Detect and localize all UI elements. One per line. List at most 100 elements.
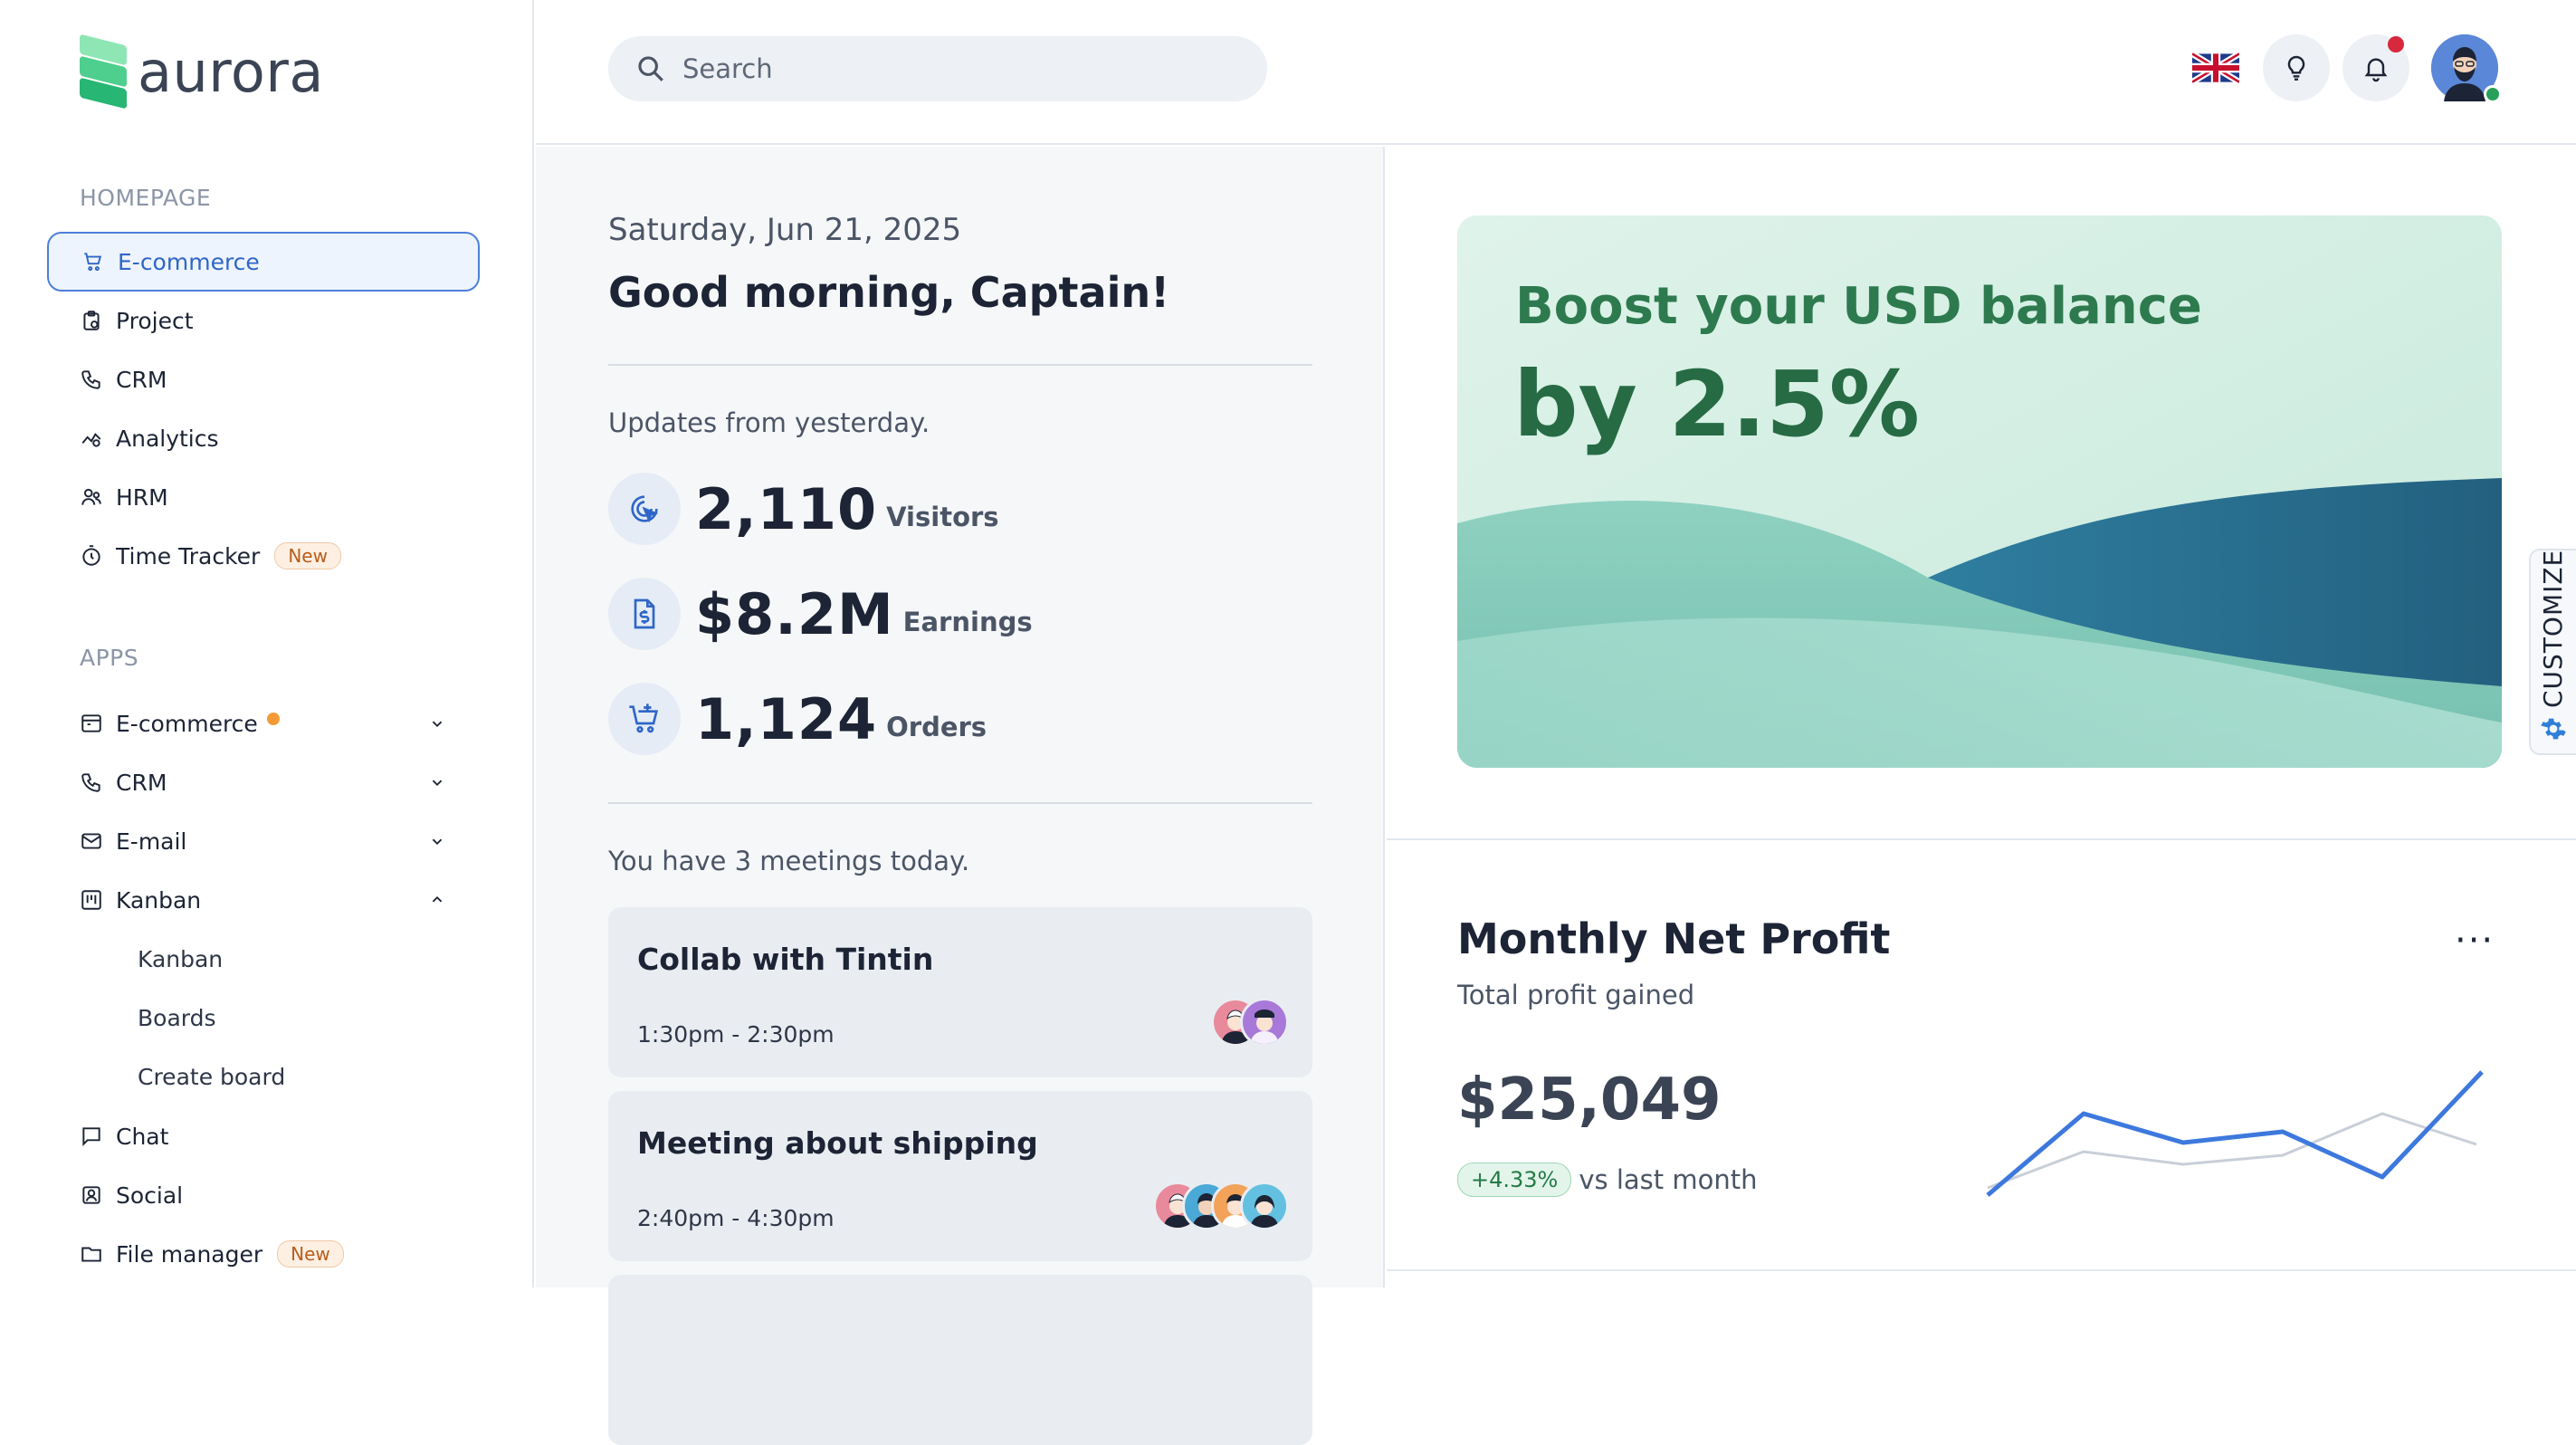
new-badge: New [277, 1240, 344, 1268]
current-date: Saturday, Jun 21, 2025 [608, 212, 962, 248]
kanban-icon [80, 888, 103, 912]
uk-flag-icon[interactable] [2192, 52, 2239, 84]
stat-value: $8.2M [695, 580, 894, 647]
sidebar-item-label: CRM [116, 769, 167, 796]
sidebar-item-app-crm[interactable]: CRM [47, 752, 480, 812]
sidebar-item-project[interactable]: Project [47, 291, 480, 350]
profit-subtitle: Total profit gained [1457, 980, 1695, 1010]
phone-icon [80, 368, 103, 391]
meeting-card[interactable]: Collab with Tintin 1:30pm - 2:30pm [608, 907, 1312, 1077]
divider [1387, 1269, 2576, 1271]
stat-label: Visitors [886, 502, 999, 532]
lightbulb-icon [2287, 55, 2305, 81]
stat-visitors: 2,110 Visitors [608, 473, 999, 545]
sidebar-item-ecommerce[interactable]: E-commerce [47, 232, 480, 292]
stat-orders: 1,124 Orders [608, 683, 987, 755]
sidebar-item-time-tracker[interactable]: Time Tracker New [47, 526, 480, 586]
sidebar-item-social[interactable]: Social [47, 1165, 480, 1225]
sidebar-item-label: HRM [116, 483, 168, 511]
cart-icon [81, 250, 105, 273]
social-icon [80, 1183, 103, 1207]
stat-value: 2,110 [695, 475, 878, 542]
sidebar-subitem-kanban[interactable]: Kanban [138, 946, 223, 972]
meeting-time: 2:40pm - 4:30pm [637, 1205, 835, 1231]
notifications-button[interactable] [2342, 34, 2409, 101]
sidebar-item-app-ecommerce[interactable]: E-commerce [47, 694, 480, 753]
search-icon [638, 56, 663, 81]
analytics-icon [80, 426, 103, 450]
sidebar-item-label: Social [116, 1182, 184, 1209]
divider [1387, 838, 2576, 840]
updates-label: Updates from yesterday. [608, 407, 930, 438]
status-dot [266, 713, 280, 725]
sidebar-item-label: E-mail [116, 828, 187, 855]
search-bar[interactable] [608, 36, 1267, 101]
change-caption: vs last month [1579, 1164, 1758, 1195]
divider [608, 802, 1312, 804]
sidebar-item-analytics[interactable]: Analytics [47, 408, 480, 468]
users-icon [80, 485, 103, 509]
stat-label: Orders [886, 712, 987, 742]
chat-icon [80, 1124, 103, 1148]
profit-change: +4.33% vs last month [1457, 1163, 1758, 1197]
bell-icon [2364, 58, 2388, 82]
promo-headline: Boost your USD balance [1515, 277, 2202, 336]
sidebar-item-label: E-commerce [116, 710, 258, 737]
overview-panel: Saturday, Jun 21, 2025 Good morning, Cap… [536, 147, 1385, 1445]
brand-name: aurora [138, 38, 324, 105]
chevron-down-icon[interactable] [427, 713, 447, 733]
more-options-icon[interactable]: ··· [2455, 920, 2495, 962]
section-label-apps: APPS [80, 645, 139, 671]
sidebar-item-label: Analytics [116, 425, 219, 452]
promo-rate: by 2.5% [1513, 351, 1920, 457]
meeting-card[interactable]: Meeting about shipping 2:40pm - 4:30pm [608, 1091, 1312, 1261]
stat-value: 1,124 [695, 685, 878, 752]
divider [608, 364, 1312, 366]
stat-earnings: $8.2M Earnings [608, 578, 1033, 650]
sidebar-item-hrm[interactable]: HRM [47, 467, 480, 527]
phone-icon [80, 770, 103, 794]
user-avatar[interactable] [2431, 34, 2502, 103]
sparkline-previous [1987, 1112, 2477, 1190]
sidebar-item-app-kanban[interactable]: Kanban [47, 870, 480, 930]
new-badge: New [274, 542, 341, 569]
sidebar-item-file-manager[interactable]: File manager New [47, 1224, 480, 1284]
meetings-label: You have 3 meetings today. [608, 846, 970, 876]
aurora-logo-icon [80, 33, 127, 110]
store-icon [80, 712, 103, 735]
sidebar-item-chat[interactable]: Chat [47, 1106, 480, 1166]
section-label-homepage: HOMEPAGE [80, 185, 212, 211]
attendee-group [1153, 1182, 1289, 1230]
promo-banner[interactable]: Boost your USD balance by 2.5% [1457, 215, 2502, 768]
chevron-down-icon[interactable] [427, 831, 447, 851]
attendee-avatar[interactable] [1240, 998, 1289, 1047]
sidebar-item-label: Project [116, 307, 194, 334]
greeting-title: Good morning, Captain! [608, 268, 1170, 317]
header-actions [2192, 34, 2502, 103]
cursor-click-icon [608, 473, 681, 545]
chevron-down-icon[interactable] [427, 772, 447, 792]
customize-label[interactable]: CUSTOMIZE [2538, 550, 2568, 708]
profit-title: Monthly Net Profit [1457, 914, 1891, 963]
chevron-up-icon[interactable] [427, 890, 447, 910]
stopwatch-icon [80, 544, 103, 568]
sidebar-item-app-email[interactable]: E-mail [47, 811, 480, 871]
sidebar-item-label: Chat [116, 1123, 169, 1150]
profit-value: $25,049 [1457, 1067, 1722, 1134]
sidebar-subitem-create-board[interactable]: Create board [138, 1064, 285, 1090]
clipboard-icon [80, 309, 103, 332]
sidebar-item-label: File manager [116, 1240, 263, 1268]
sidebar-subitem-boards[interactable]: Boards [138, 1005, 216, 1031]
sidebar-item-crm[interactable]: CRM [47, 349, 480, 409]
sidebar-item-label: Time Tracker [116, 542, 261, 569]
search-input[interactable] [682, 53, 1226, 84]
notification-dot [2388, 36, 2404, 53]
attendee-avatar[interactable] [1240, 1182, 1289, 1230]
tips-button[interactable] [2263, 34, 2330, 101]
top-bar [536, 0, 2576, 145]
meeting-card[interactable] [608, 1275, 1312, 1445]
cart-plus-icon [608, 683, 681, 755]
brand-logo[interactable]: aurora [80, 33, 324, 110]
gear-icon[interactable] [2540, 715, 2567, 742]
meeting-title: Meeting about shipping [637, 1125, 1038, 1161]
